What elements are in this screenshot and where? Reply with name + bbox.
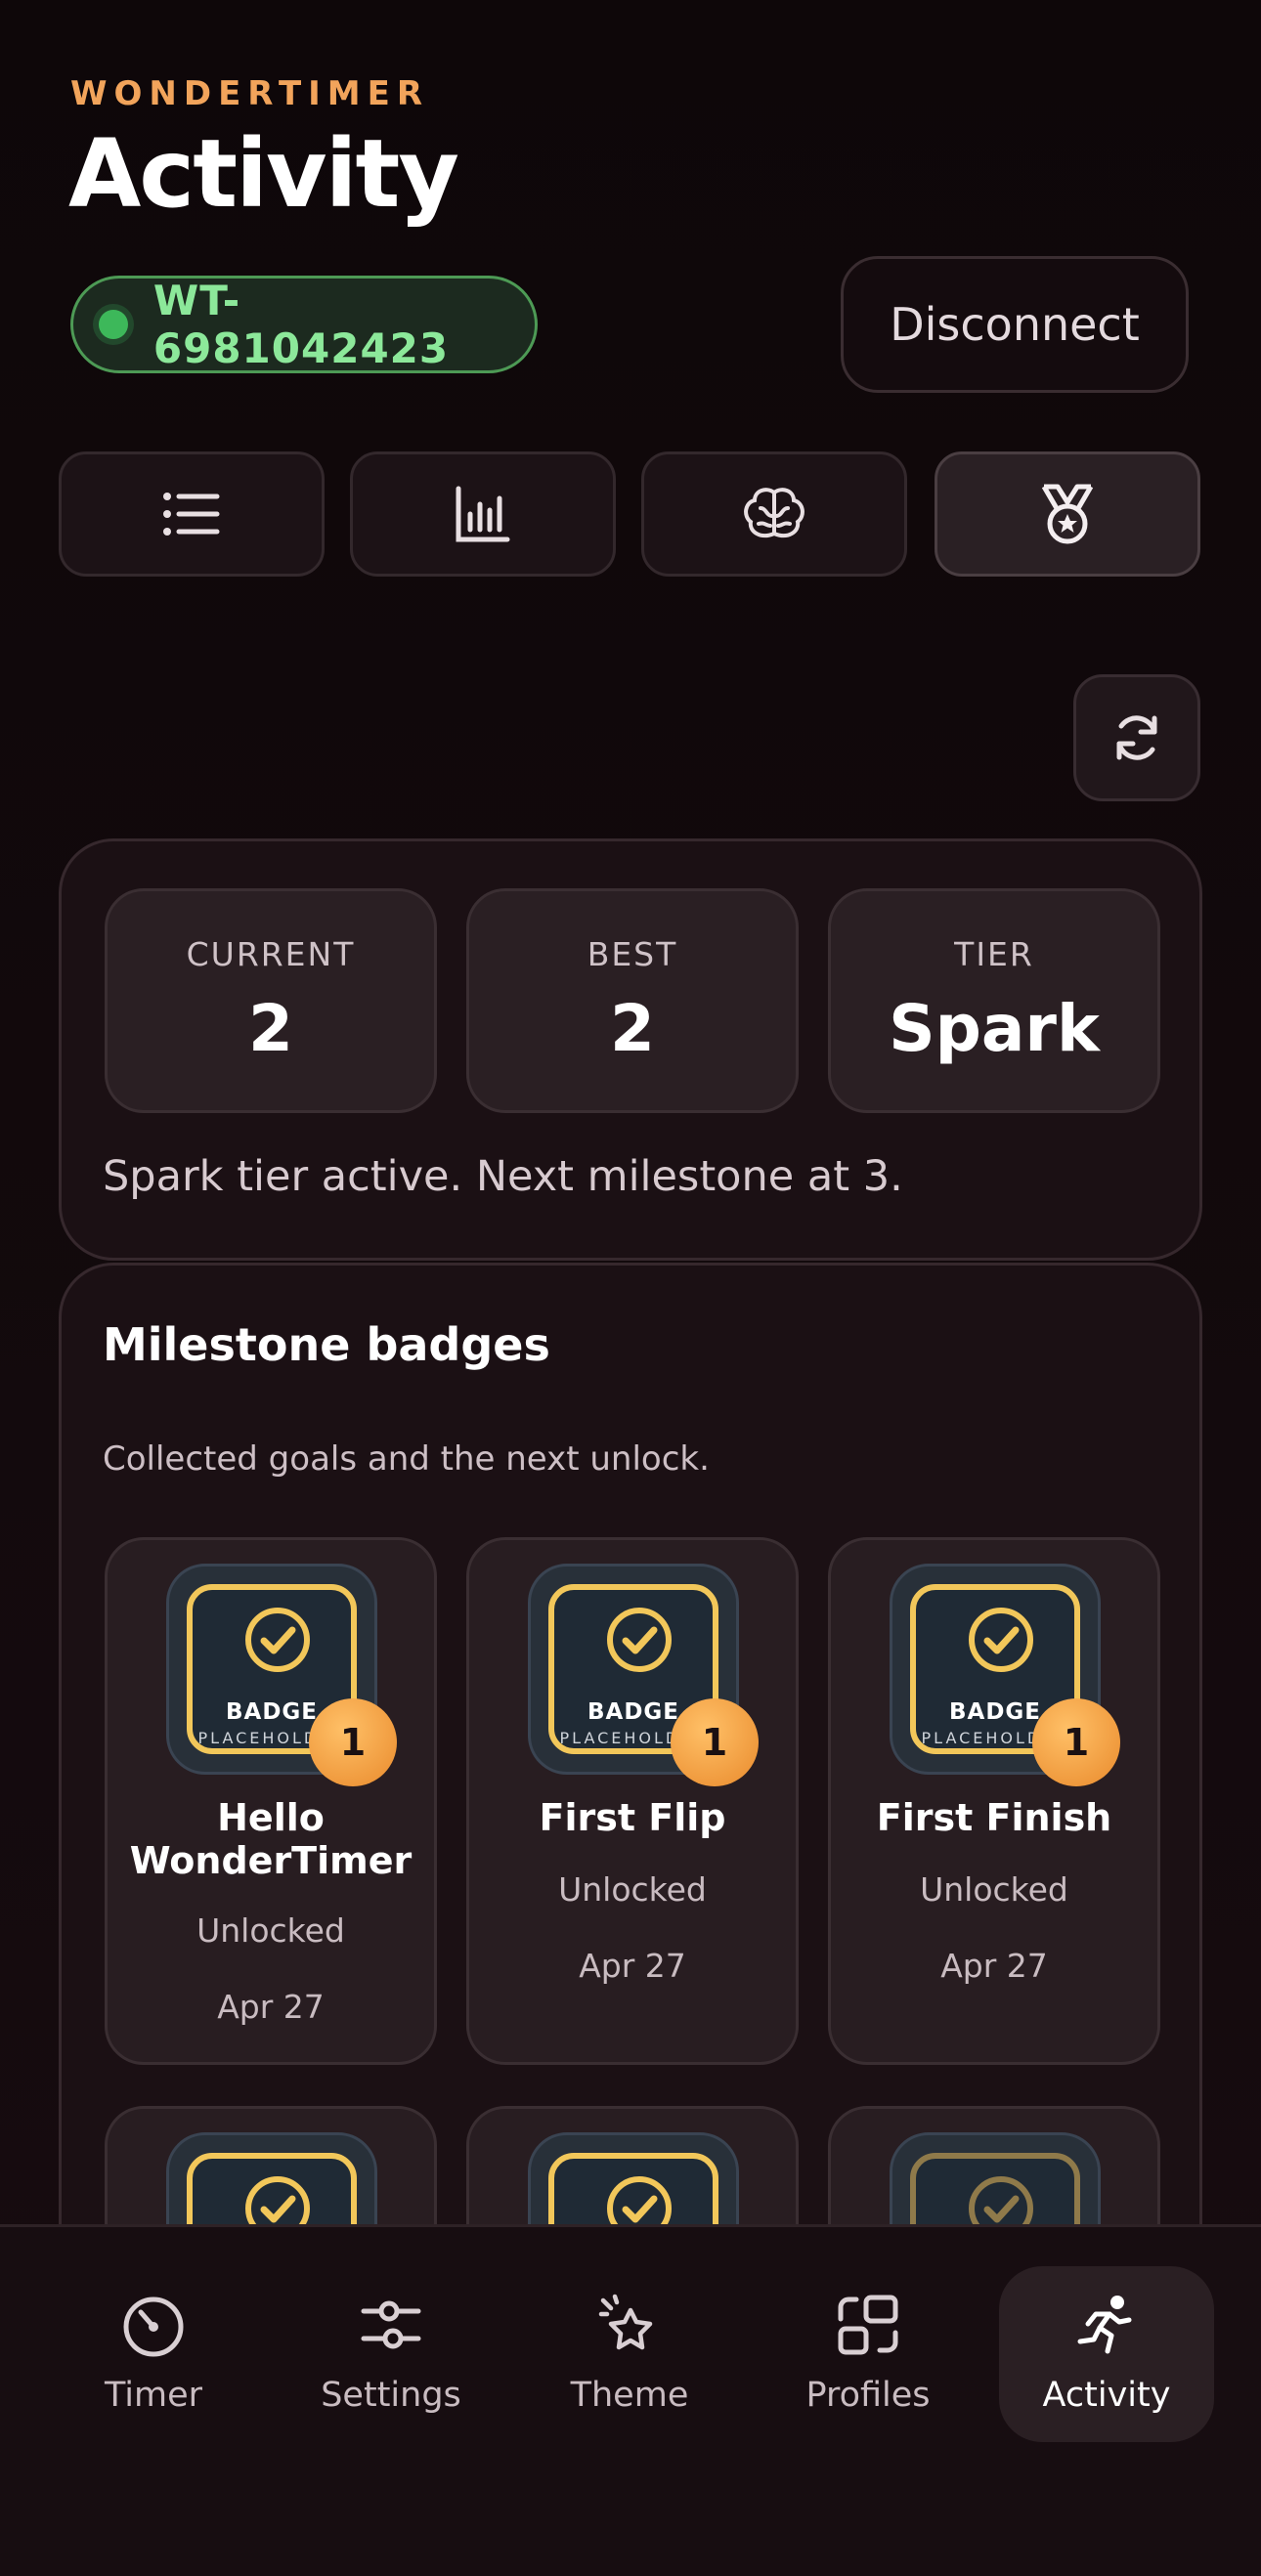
tab-activity[interactable]: Activity [999,2266,1214,2442]
badge-date: Apr 27 [217,1988,325,2026]
tab-label: Timer [104,2376,203,2415]
running-person-icon [1077,2296,1132,2354]
badge-card[interactable]: BADGE PLACEHOLDER 1 First Flip Unlocked … [466,1537,799,2065]
milestone-badges-card: Milestone badges Collected goals and the… [59,1263,1202,2343]
badge-count: 1 [1032,1698,1120,1786]
check-circle-icon [607,1608,672,1672]
segment-list[interactable] [59,451,325,577]
sliders-icon [361,2300,421,2349]
tab-label: Profiles [805,2376,931,2415]
connected-status-dot [99,310,128,339]
segment-insights[interactable] [641,451,907,577]
stat-label: CURRENT [186,935,356,973]
stat-value: Spark [889,991,1100,1066]
tab-label: Settings [321,2376,461,2415]
current-streak-stat: CURRENT 2 [105,888,437,1113]
segment-badges[interactable] [935,451,1200,577]
badge-name: First Finish [876,1796,1112,1839]
badge-status: Unlocked [196,1911,345,1950]
bottom-tab-bar: Timer Settings Theme Profiles Activity [0,2224,1261,2576]
badge-card[interactable]: BADGE PLACEHOLDER 1 Hello WonderTimer Un… [105,1537,437,2065]
badge-count: 1 [671,1698,759,1786]
badge-status: Unlocked [920,1870,1068,1909]
tier-stat: TIER Spark [828,888,1160,1113]
list-icon [163,493,220,536]
refresh-button[interactable] [1073,674,1200,801]
badge-date: Apr 27 [940,1947,1048,1985]
stat-label: BEST [587,935,678,973]
profiles-icon [838,2295,898,2355]
device-connection-pill[interactable]: WT-6981042423 [70,276,538,373]
streak-message: Spark tier active. Next milestone at 3. [103,1152,903,1201]
badge-count: 1 [309,1698,397,1786]
stat-label: TIER [954,935,1034,973]
streak-card: CURRENT 2 BEST 2 TIER Spark Spark tier a… [59,838,1202,1261]
tab-settings[interactable]: Settings [283,2266,499,2442]
best-streak-stat: BEST 2 [466,888,799,1113]
bar-chart-icon [456,486,510,542]
badge-name: First Flip [539,1796,726,1839]
brain-icon [744,488,804,538]
medal-icon [1041,484,1094,544]
tab-label: Activity [1042,2376,1171,2415]
tab-timer[interactable]: Timer [46,2266,261,2442]
segment-chart[interactable] [350,451,616,577]
disconnect-button[interactable]: Disconnect [841,256,1189,393]
tab-profiles[interactable]: Profiles [761,2266,976,2442]
tab-label: Theme [570,2376,689,2415]
refresh-icon [1116,715,1157,760]
stat-value: 2 [610,991,655,1066]
sparkle-icon [598,2294,653,2350]
brand-label: WONDERTIMER [70,74,430,113]
stat-value: 2 [248,991,293,1066]
badge-card[interactable]: BADGE PLACEHOLDER 1 First Finish Unlocke… [828,1537,1160,2065]
timer-icon [123,2297,184,2357]
section-title: Milestone badges [103,1318,550,1371]
page-title: Activity [68,119,459,229]
check-circle-icon [969,1608,1033,1672]
section-subtitle: Collected goals and the next unlock. [103,1439,710,1479]
tab-theme[interactable]: Theme [522,2266,737,2442]
device-id: WT-6981042423 [152,277,450,372]
check-circle-icon [245,1608,310,1672]
badge-date: Apr 27 [579,1947,686,1985]
badge-name: Hello WonderTimer [129,1796,413,1882]
badge-status: Unlocked [558,1870,707,1909]
